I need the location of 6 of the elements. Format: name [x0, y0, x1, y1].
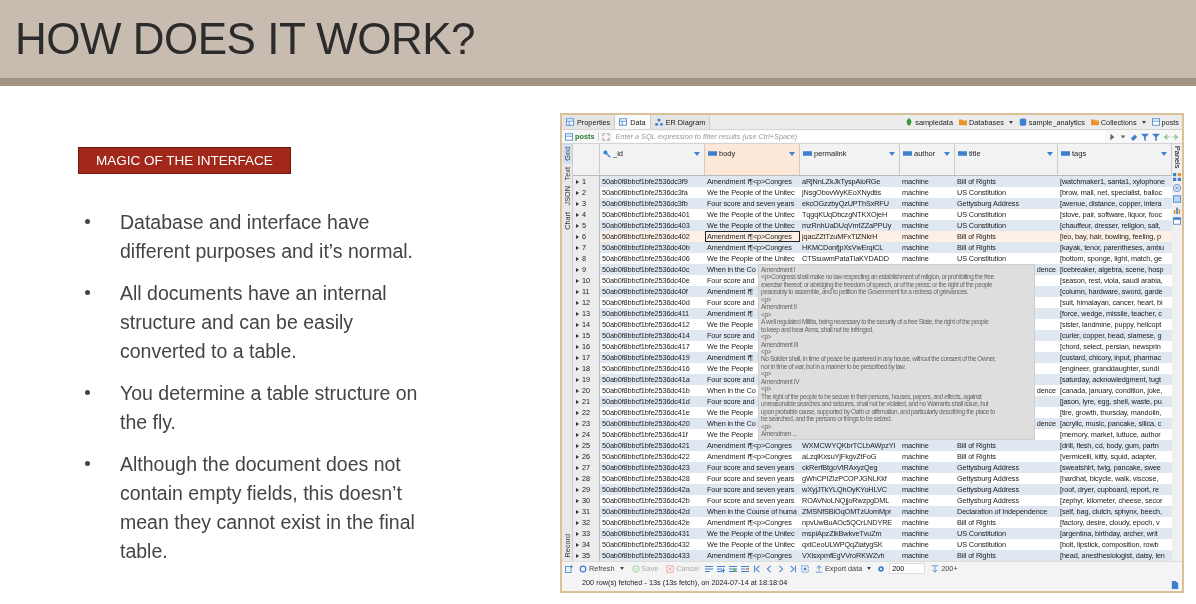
- bullet-text: Although the document does not contain empty fields, this doesn’t mean they cannot exist in the final table.: [120, 452, 416, 564]
- bullet-text: Database and interface have different purposes and it’s normal.: [120, 210, 415, 264]
- bullet-text: All documents have an internal structure and can be easily converted to a table.: [120, 281, 388, 364]
- slide-title: HOW DOES IT WORK?: [15, 14, 476, 64]
- section-label: MAGIC OF THE INTERFACE: [78, 147, 291, 174]
- bullet-text: You determine a table structure on the fly.: [120, 381, 419, 435]
